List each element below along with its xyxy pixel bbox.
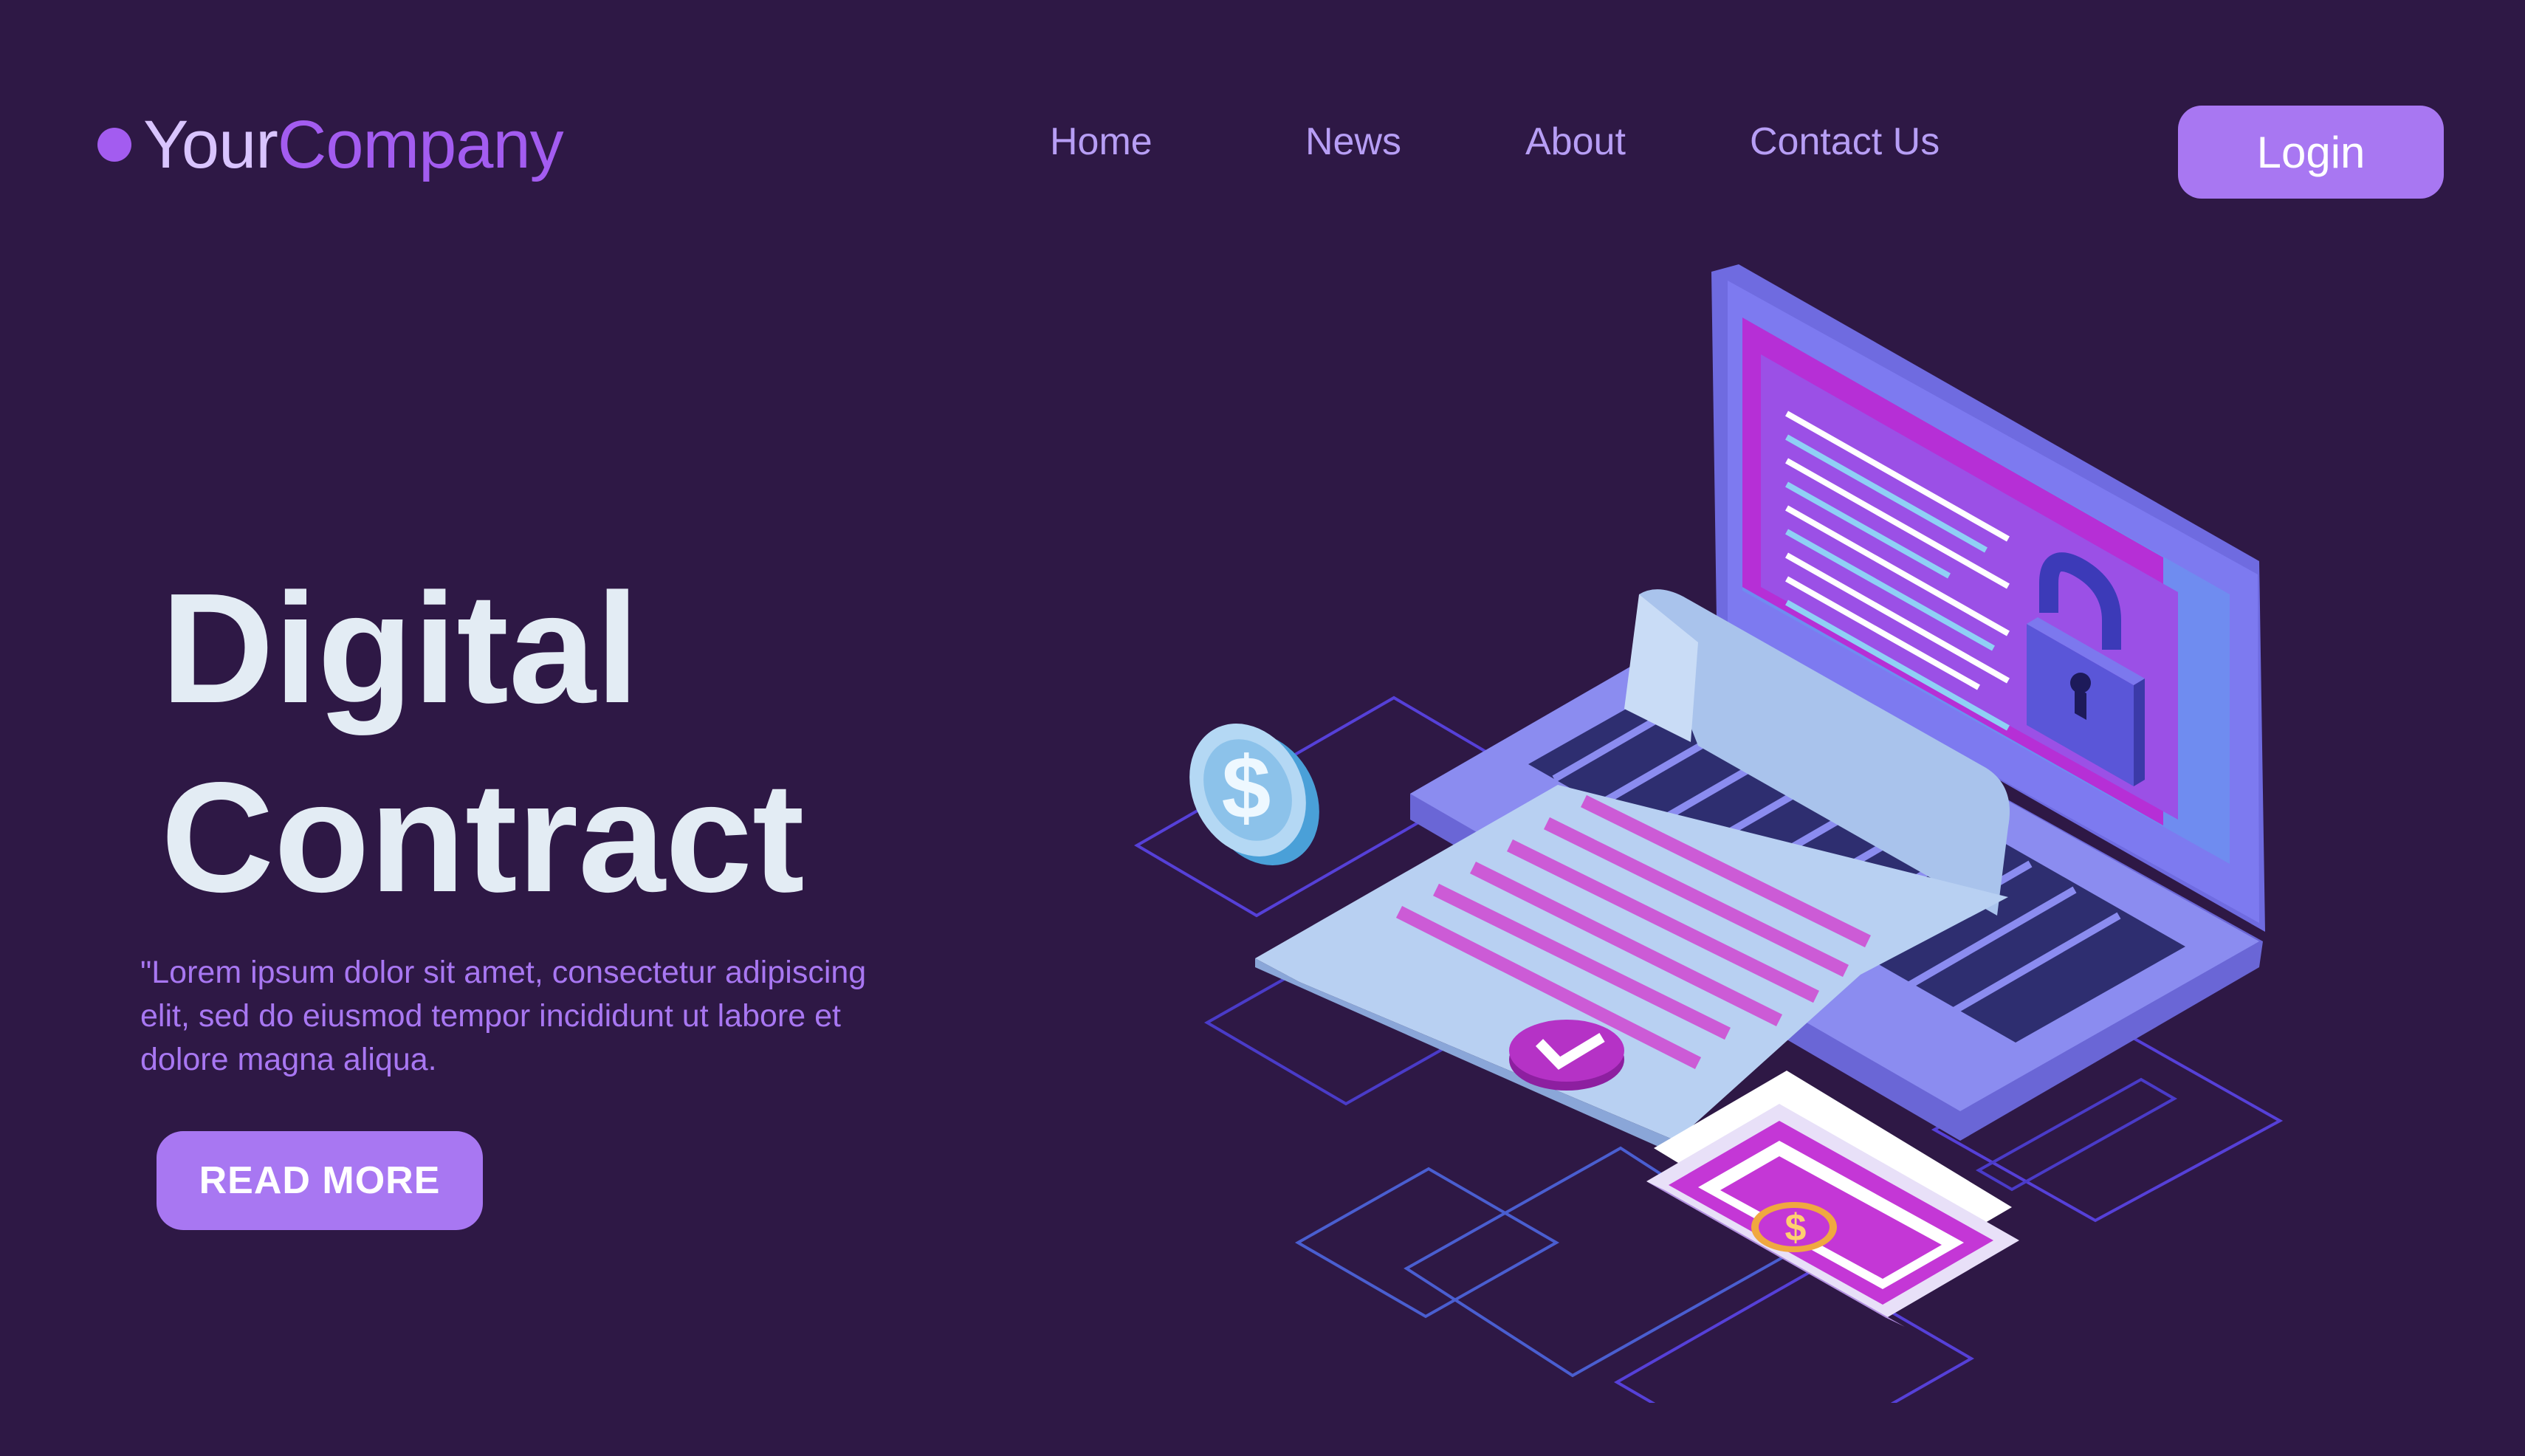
nav-news-link[interactable]: News [1305, 120, 1401, 164]
nav-home-link[interactable]: Home [1050, 120, 1152, 164]
nav-contact-link[interactable]: Contact Us [1750, 120, 1940, 164]
bill-dollar-symbol: $ [1785, 1206, 1807, 1249]
read-more-button[interactable]: READ MORE [157, 1131, 483, 1230]
company-logo[interactable]: YourCompany [97, 111, 564, 179]
logo-text-your: Your [143, 107, 278, 182]
hero-description: "Lorem ipsum dolor sit amet, consectetur… [140, 955, 867, 1077]
landing-page: YourCompany Home News About Contact Us L… [0, 0, 2525, 1456]
logo-text-company: Company [277, 107, 564, 182]
dollar-coin-icon: $ [1189, 724, 1319, 865]
checkmark-badge-icon [1509, 1020, 1624, 1091]
logo-text: YourCompany [143, 111, 564, 179]
coin-dollar-symbol: $ [1222, 738, 1271, 837]
login-button[interactable]: Login [2178, 106, 2444, 199]
logo-dot-icon [97, 128, 131, 162]
hero-title-line2: Contract [161, 749, 805, 924]
hero-title: Digital Contract [161, 554, 805, 932]
nav-about-link[interactable]: About [1525, 120, 1626, 164]
digital-contract-illustration: $ $ [1134, 264, 2284, 1403]
hero-title-line1: Digital [161, 560, 639, 735]
